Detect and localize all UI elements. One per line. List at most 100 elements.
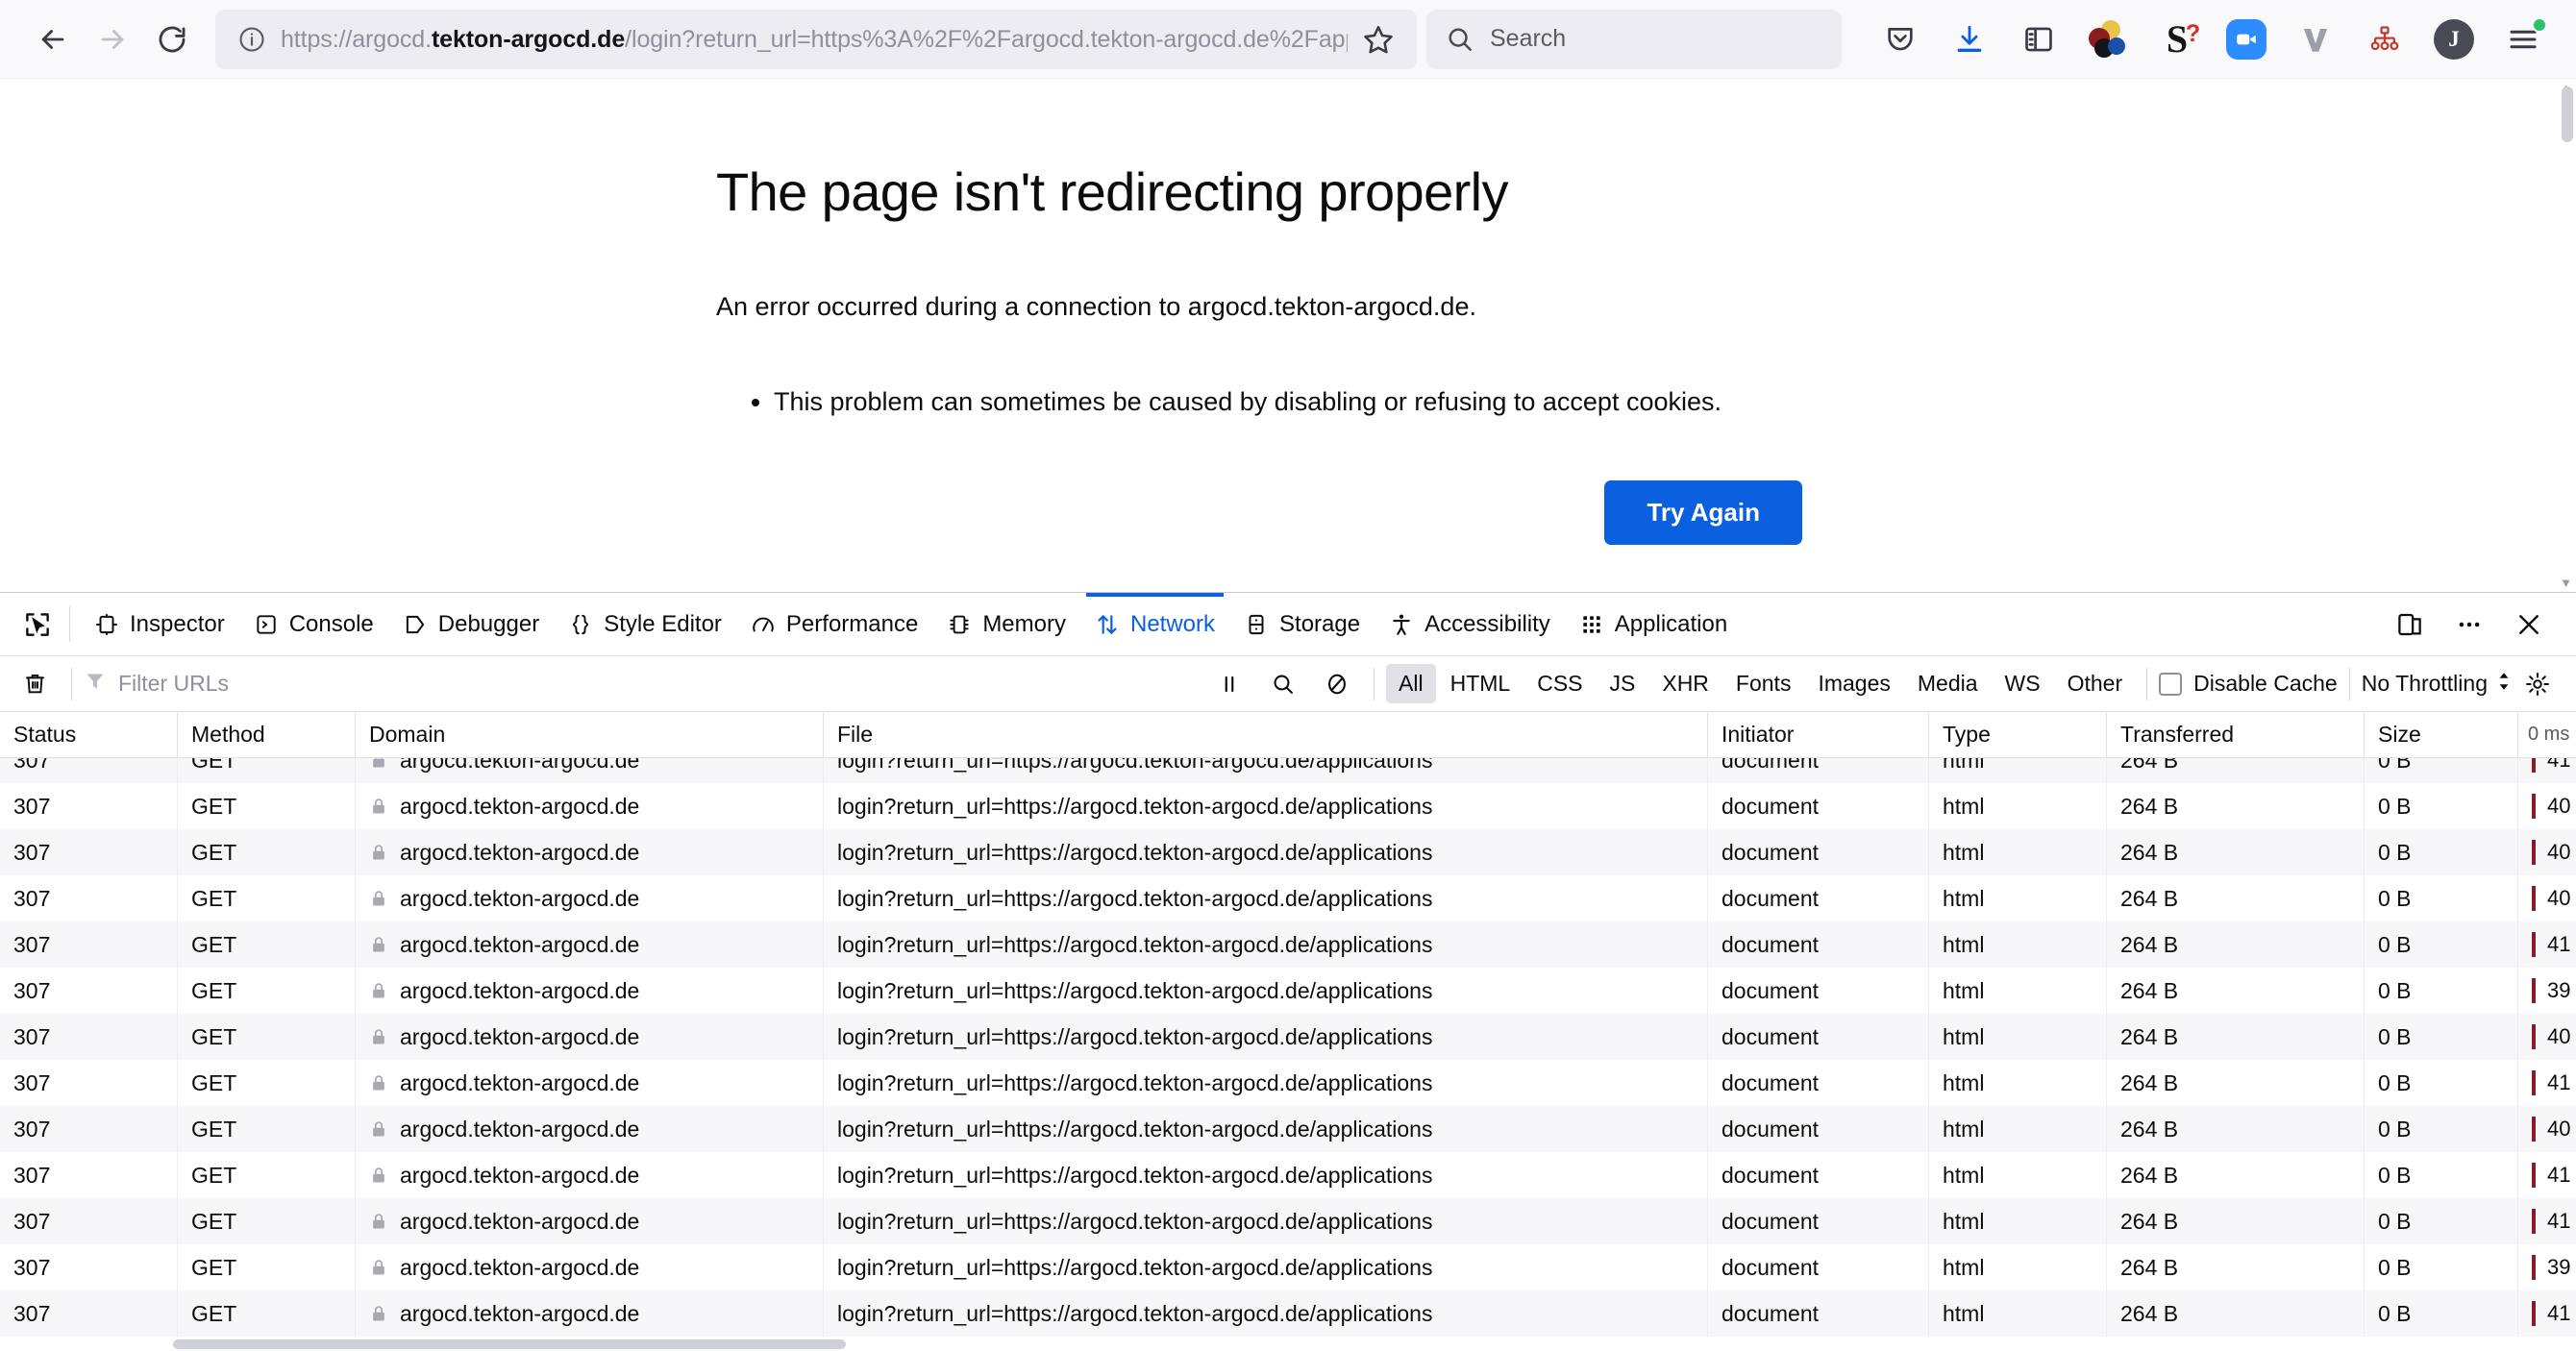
- tab-accessibility[interactable]: Accessibility: [1375, 593, 1565, 655]
- table-row[interactable]: 307GETargocd.tekton-argocd.delogin?retur…: [0, 1290, 2576, 1337]
- app-menu-icon[interactable]: [2493, 10, 2553, 69]
- tab-network[interactable]: Network: [1080, 593, 1229, 655]
- page-vertical-scrollbar[interactable]: ▲ ▼: [2559, 79, 2576, 592]
- pause-icon[interactable]: [1204, 659, 1254, 709]
- try-again-button[interactable]: Try Again: [1604, 480, 1802, 545]
- cell-domain: argocd.tekton-argocd.de: [356, 1014, 824, 1060]
- filter-urls-field[interactable]: Filter URLs: [84, 670, 1204, 698]
- filter-media[interactable]: Media: [1905, 664, 1991, 703]
- cell-domain: argocd.tekton-argocd.de: [356, 875, 824, 921]
- column-header-type[interactable]: Type: [1929, 712, 2107, 758]
- table-header-row: Status Method Domain File Initiator Type…: [0, 712, 2576, 758]
- table-row[interactable]: 307GETargocd.tekton-argocd.delogin?retur…: [0, 968, 2576, 1014]
- extension-v-icon[interactable]: [2286, 10, 2345, 69]
- scrollbar-thumb[interactable]: [2562, 86, 2573, 142]
- cell-file: login?return_url=https://argocd.tekton-a…: [824, 1106, 1708, 1152]
- pocket-icon[interactable]: [1870, 10, 1930, 69]
- table-row[interactable]: 307GETargocd.tekton-argocd.delogin?retur…: [0, 1152, 2576, 1198]
- site-information-icon[interactable]: [233, 20, 271, 59]
- throttling-dropdown[interactable]: No Throttling: [2362, 671, 2513, 698]
- tab-memory[interactable]: Memory: [932, 593, 1080, 655]
- extension-s-icon[interactable]: S ?: [2147, 10, 2207, 69]
- column-header-domain[interactable]: Domain: [356, 712, 824, 758]
- column-header-status[interactable]: Status: [0, 712, 178, 758]
- reload-button[interactable]: [142, 10, 202, 69]
- cell-type: html: [1929, 1152, 2107, 1198]
- column-header-method[interactable]: Method: [178, 712, 356, 758]
- search-input[interactable]: Search: [1490, 25, 1566, 53]
- table-row[interactable]: 307GETargocd.tekton-argocd.delogin?retur…: [0, 1244, 2576, 1290]
- star-icon[interactable]: [1353, 14, 1403, 64]
- table-horizontal-scrollbar[interactable]: [0, 1338, 2576, 1351]
- tab-performance[interactable]: Performance: [736, 593, 932, 655]
- zoom-icon[interactable]: [2217, 10, 2276, 69]
- element-picker-icon[interactable]: [8, 593, 67, 655]
- sidebar-icon[interactable]: [2009, 10, 2068, 69]
- table-row[interactable]: 307GETargocd.tekton-argocd.delogin?retur…: [0, 758, 2576, 783]
- tab-application[interactable]: Application: [1565, 593, 1742, 655]
- filter-html[interactable]: HTML: [1438, 664, 1523, 703]
- timing-bar: [2532, 1070, 2536, 1095]
- disable-cache-checkbox[interactable]: Disable Cache: [2159, 671, 2338, 697]
- table-row[interactable]: 307GETargocd.tekton-argocd.delogin?retur…: [0, 875, 2576, 921]
- scrollbar-thumb[interactable]: [173, 1339, 846, 1349]
- table-row[interactable]: 307GETargocd.tekton-argocd.delogin?retur…: [0, 783, 2576, 829]
- timing-bar: [2532, 794, 2536, 819]
- column-header-file[interactable]: File: [824, 712, 1708, 758]
- table-row[interactable]: 307GETargocd.tekton-argocd.delogin?retur…: [0, 829, 2576, 875]
- table-row[interactable]: 307GETargocd.tekton-argocd.delogin?retur…: [0, 1106, 2576, 1152]
- forward-button[interactable]: [83, 10, 142, 69]
- avatar-initial: J: [2434, 19, 2474, 60]
- filter-fonts[interactable]: Fonts: [1723, 664, 1804, 703]
- cell-method: GET: [178, 783, 356, 829]
- search-bar[interactable]: Search: [1426, 10, 1842, 69]
- extension-hierarchy-icon[interactable]: [2355, 10, 2415, 69]
- trash-icon[interactable]: [10, 659, 60, 709]
- timing-bar: [2532, 1255, 2536, 1280]
- filter-all[interactable]: All: [1386, 664, 1436, 703]
- tab-label: Style Editor: [604, 611, 722, 638]
- cell-status: 307: [0, 1152, 178, 1198]
- address-bar[interactable]: https://argocd.tekton-argocd.de/login?re…: [215, 10, 1417, 69]
- responsive-design-mode-icon[interactable]: [2384, 599, 2436, 651]
- devtools-meatball-menu-icon[interactable]: [2443, 599, 2495, 651]
- extension-colorzilla-icon[interactable]: [2078, 10, 2138, 69]
- filter-css[interactable]: CSS: [1524, 664, 1595, 703]
- lock-icon: [369, 1072, 388, 1093]
- filter-ws[interactable]: WS: [1993, 664, 2053, 703]
- network-filter-toolbar: Filter URLs All HTML: [0, 656, 2576, 712]
- filter-other[interactable]: Other: [2055, 664, 2136, 703]
- column-header-timeline[interactable]: 0 ms: [2518, 712, 2576, 758]
- column-header-size[interactable]: Size: [2365, 712, 2518, 758]
- back-button[interactable]: [23, 10, 83, 69]
- storage-icon: [1244, 612, 1269, 637]
- tab-storage[interactable]: Storage: [1229, 593, 1375, 655]
- block-icon[interactable]: [1312, 659, 1362, 709]
- downloads-icon[interactable]: [1940, 10, 1999, 69]
- account-avatar[interactable]: J: [2424, 10, 2484, 69]
- tab-style-editor[interactable]: Style Editor: [554, 593, 736, 655]
- filter-images[interactable]: Images: [1805, 664, 1902, 703]
- gear-icon[interactable]: [2513, 659, 2563, 709]
- tab-inspector[interactable]: Inspector: [80, 593, 239, 655]
- search-icon[interactable]: [1258, 659, 1308, 709]
- timing-value: 40: [2547, 794, 2570, 819]
- tab-console[interactable]: Console: [239, 593, 388, 655]
- table-row[interactable]: 307GETargocd.tekton-argocd.delogin?retur…: [0, 1060, 2576, 1106]
- cell-file: login?return_url=https://argocd.tekton-a…: [824, 1152, 1708, 1198]
- scroll-down-arrow[interactable]: ▼: [2560, 576, 2572, 590]
- cell-status: 307: [0, 1244, 178, 1290]
- column-header-initiator[interactable]: Initiator: [1708, 712, 1929, 758]
- cell-type: html: [1929, 968, 2107, 1014]
- table-row[interactable]: 307GETargocd.tekton-argocd.delogin?retur…: [0, 921, 2576, 968]
- address-bar-text[interactable]: https://argocd.tekton-argocd.de/login?re…: [281, 10, 1348, 69]
- filter-xhr[interactable]: XHR: [1649, 664, 1721, 703]
- tab-debugger[interactable]: Debugger: [388, 593, 554, 655]
- column-header-transferred[interactable]: Transferred: [2107, 712, 2365, 758]
- filter-js[interactable]: JS: [1598, 664, 1648, 703]
- table-row[interactable]: 307GETargocd.tekton-argocd.delogin?retur…: [0, 1198, 2576, 1244]
- timing-value: 40: [2547, 1024, 2570, 1049]
- table-row[interactable]: 307GETargocd.tekton-argocd.delogin?retur…: [0, 1014, 2576, 1060]
- close-devtools-icon[interactable]: [2503, 599, 2555, 651]
- checkbox-box[interactable]: [2159, 673, 2182, 696]
